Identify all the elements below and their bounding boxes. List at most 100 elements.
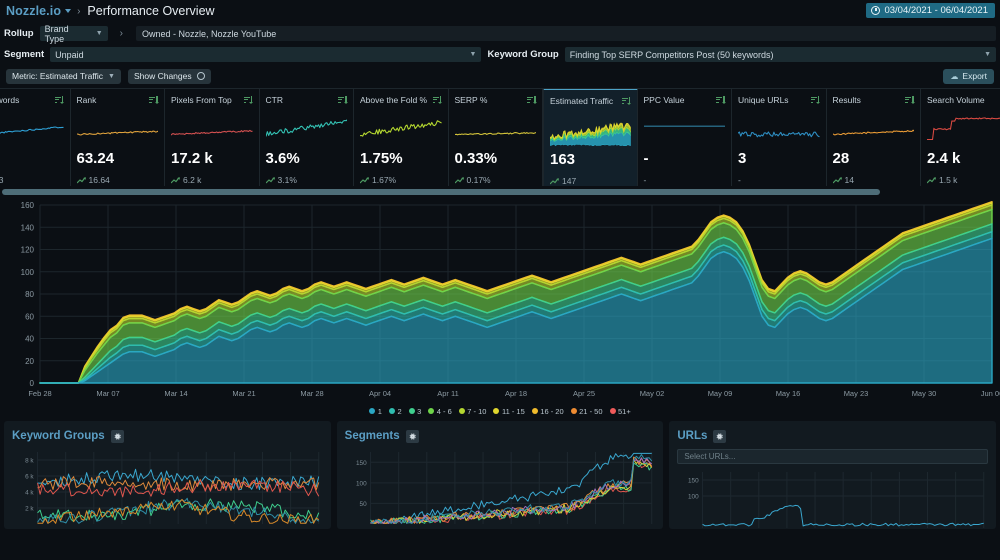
- kpi-sparkline: [171, 110, 253, 146]
- legend-color-dot: [531, 408, 538, 414]
- svg-text:May 30: May 30: [912, 389, 937, 398]
- kpi-card-strip[interactable]: Keywords 25 13 Rank 63.24 16.64 Pixels From To…: [0, 88, 1000, 186]
- kpi-card-unique-urls[interactable]: Unique URLs 3 -: [732, 89, 827, 186]
- panel-title: Keyword Groups: [12, 430, 105, 442]
- rollup-detail-field[interactable]: Owned - Nozzle, Nozzle YouTube: [136, 26, 996, 41]
- keyword-group-select[interactable]: Finding Top SERP Competitors Post (50 ke…: [564, 47, 997, 62]
- gear-icon[interactable]: [405, 429, 419, 443]
- chevron-down-icon[interactable]: [65, 8, 72, 13]
- kpi-card-delta: 14: [832, 175, 915, 185]
- legend-item[interactable]: 4 - 6: [428, 407, 452, 416]
- chevron-down-icon: ▼: [984, 51, 992, 58]
- kpi-card-header: CTR: [265, 94, 349, 106]
- show-changes-toggle[interactable]: Show Changes: [127, 68, 211, 84]
- kpi-card-search-volume[interactable]: Search Volume 2.4 k 1.5 k: [921, 89, 1000, 186]
- keyword-group-label: Keyword Group: [487, 49, 559, 60]
- panel-title: Segments: [344, 430, 400, 442]
- legend-item[interactable]: 11 - 15: [493, 407, 525, 416]
- svg-text:2 k: 2 k: [25, 506, 34, 513]
- kpi-card-title: Pixels From Top: [171, 95, 232, 105]
- svg-text:Feb 28: Feb 28: [28, 389, 51, 398]
- sort-desc-icon[interactable]: [621, 97, 632, 106]
- svg-text:150: 150: [688, 478, 699, 485]
- kpi-card-title: Estimated Traffic: [550, 96, 614, 106]
- url-select-placeholder: Select URLs...: [684, 452, 736, 461]
- date-range-picker[interactable]: 03/04/2021 - 06/04/2021: [866, 3, 995, 18]
- kpi-card-value: 63.24: [76, 150, 115, 167]
- kpi-card-value: 2.4 k: [927, 150, 961, 167]
- brand-logo[interactable]: Nozzle.io: [6, 2, 72, 20]
- legend-item[interactable]: 3: [408, 407, 421, 416]
- svg-text:100: 100: [688, 494, 699, 501]
- segment-label: Segment: [4, 49, 45, 60]
- metric-toolbar: Metric: Estimated Traffic ▼ Show Changes…: [0, 64, 1000, 88]
- sort-desc-icon[interactable]: [338, 96, 349, 105]
- kpi-card-delta: -: [738, 175, 820, 185]
- kpi-card-header: PPC Value: [644, 94, 727, 106]
- gear-icon[interactable]: [110, 429, 124, 443]
- panel-chart[interactable]: 50 100 150: [345, 448, 656, 526]
- sort-desc-icon[interactable]: [905, 96, 916, 105]
- sort-desc-icon[interactable]: [527, 96, 538, 105]
- svg-text:150: 150: [356, 460, 367, 467]
- kpi-card-delta-value: -: [738, 175, 741, 185]
- panel-chart[interactable]: 2 k 4 k 6 k 8 k: [12, 448, 323, 526]
- kpi-card-keywords[interactable]: Keywords 25 13: [0, 89, 71, 186]
- svg-text:160: 160: [21, 201, 35, 210]
- kpi-sparkline: [832, 110, 914, 146]
- url-select-input[interactable]: Select URLs...: [677, 449, 989, 464]
- kpi-card-delta: 147: [550, 176, 631, 186]
- chevron-down-icon: ▼: [95, 30, 103, 37]
- kpi-card-ppc-value[interactable]: PPC Value - -: [637, 89, 732, 186]
- panel-chart[interactable]: 100 150: [677, 468, 988, 529]
- panel-segments: Segments 50 100 150: [336, 421, 664, 529]
- sort-desc-icon[interactable]: [810, 96, 821, 105]
- segment-select[interactable]: Unpaid ▼: [50, 47, 482, 62]
- export-button[interactable]: ☁ Export: [943, 68, 994, 84]
- kpi-card-title: CTR: [265, 95, 283, 105]
- svg-text:May 02: May 02: [640, 389, 665, 398]
- metric-select-button[interactable]: Metric: Estimated Traffic ▼: [6, 68, 121, 84]
- bottom-panel-row: Keyword Groups 2 k4 k6 k8 k Segments 50 100 1…: [0, 421, 1000, 529]
- kpi-card-serp[interactable]: SERP % 0.33% 0.17%: [448, 89, 543, 186]
- kpi-sparkline: [360, 110, 442, 146]
- sort-desc-icon[interactable]: [243, 96, 254, 105]
- panel-header: Segments: [345, 428, 656, 444]
- rollup-select[interactable]: Brand Type ▼: [39, 24, 108, 44]
- kpi-card-results[interactable]: Results 28 14: [826, 89, 921, 186]
- gear-icon[interactable]: [713, 429, 727, 443]
- sort-desc-icon[interactable]: [149, 96, 160, 105]
- kpi-card-delta-value: 1.67%: [372, 175, 397, 185]
- kpi-card-delta: 1.67%: [360, 175, 442, 185]
- kpi-card-estimated-traffic[interactable]: Estimated Traffic 163 147: [543, 89, 638, 186]
- legend-item[interactable]: 2: [388, 407, 402, 416]
- legend-item[interactable]: 51+: [609, 407, 631, 416]
- kpi-card-delta-value: 1.5 k: [939, 175, 958, 185]
- kpi-card-above-the-fold[interactable]: Above the Fold % 1.75% 1.67%: [354, 89, 449, 186]
- sort-desc-icon[interactable]: [432, 96, 443, 105]
- kpi-card-header: Pixels From Top: [171, 94, 254, 106]
- legend-item[interactable]: 16 - 20: [531, 407, 564, 416]
- svg-text:May 16: May 16: [776, 389, 801, 398]
- horizontal-scrollbar[interactable]: [0, 186, 1000, 197]
- kpi-card-ctr[interactable]: CTR 3.6% 3.1%: [259, 89, 354, 186]
- scrollbar-thumb[interactable]: [2, 189, 880, 195]
- kpi-sparkline: [550, 111, 631, 147]
- svg-text:Mar 28: Mar 28: [300, 389, 323, 398]
- legend-item[interactable]: 21 - 50: [570, 407, 603, 416]
- kpi-card-rank[interactable]: Rank 63.24 16.64: [70, 89, 165, 186]
- kpi-card-title: Unique URLs: [738, 95, 789, 105]
- metric-select-label: Metric: Estimated Traffic: [12, 71, 104, 81]
- kpi-card-value: 163: [550, 151, 576, 168]
- legend-color-dot: [428, 408, 435, 414]
- kpi-card-pixels-from-top[interactable]: Pixels From Top 17.2 k 6.2 k: [165, 89, 260, 186]
- legend-item[interactable]: 1: [369, 407, 382, 416]
- sort-desc-icon[interactable]: [716, 96, 727, 105]
- sort-desc-icon[interactable]: [54, 96, 65, 105]
- main-chart[interactable]: 0 20 40 60 80 100 120 140 160 Feb 28 Mar 07 Mar 14 M…: [0, 197, 1000, 401]
- legend-item[interactable]: 7 - 10: [458, 407, 486, 416]
- svg-text:50: 50: [359, 501, 367, 508]
- panel-urls: URLs Select URLs... 100 150: [669, 421, 997, 529]
- page-title: Performance Overview: [87, 4, 215, 18]
- trend-up-icon: [927, 176, 936, 184]
